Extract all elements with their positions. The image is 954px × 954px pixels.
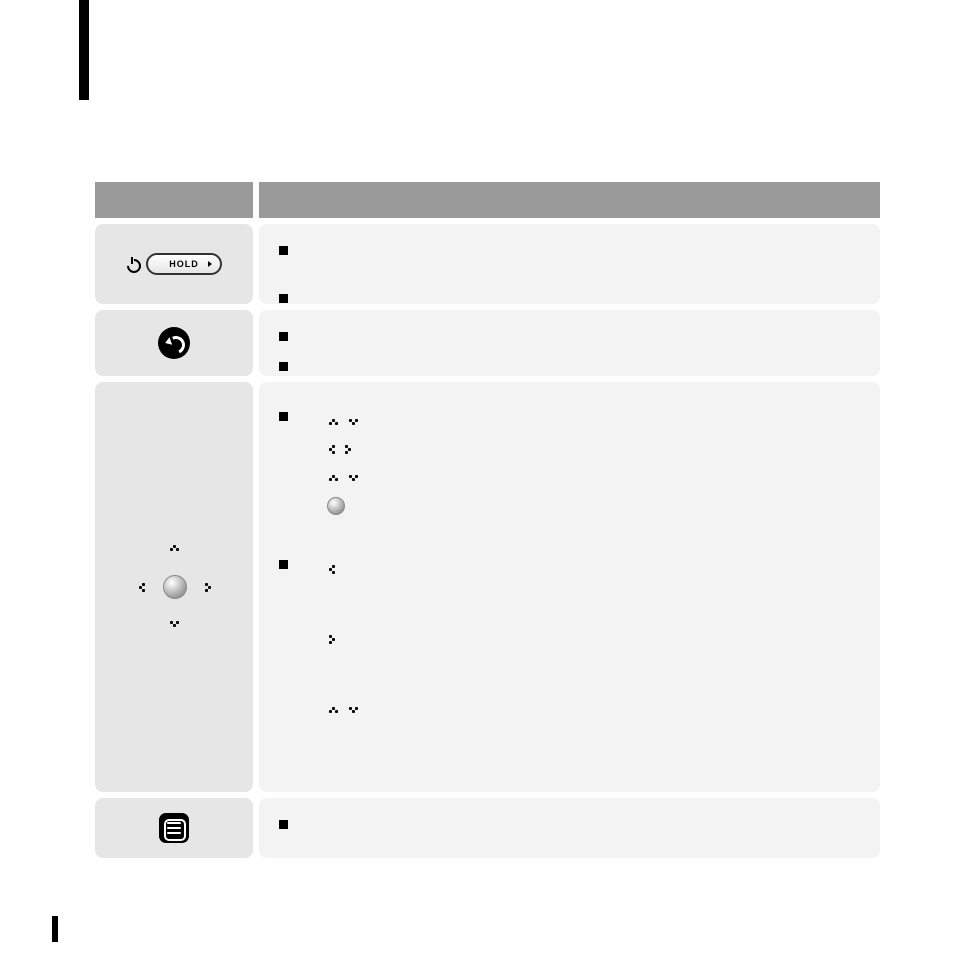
- nav-bullet-1: [279, 408, 860, 520]
- function-cell-nav: [259, 382, 880, 792]
- nav-sub-up-down: [327, 408, 860, 436]
- caret-right-icon: [343, 443, 353, 457]
- caret-right-icon: [327, 633, 337, 647]
- table-header: [95, 182, 880, 218]
- nav-left-icon: [137, 581, 147, 595]
- nav-sub-select: [327, 492, 860, 520]
- nav-sub-left-right: [327, 436, 860, 464]
- menu-icon: [159, 813, 189, 843]
- page-spine: [79, 0, 89, 100]
- nav-bullet-2: [279, 556, 860, 724]
- nav-select-icon: [163, 575, 187, 599]
- nav-sub-up-down-2: [327, 464, 860, 492]
- header-function-col: [259, 182, 880, 218]
- caret-down-icon: [347, 705, 361, 715]
- caret-down-icon: [347, 473, 361, 483]
- nav-up-icon: [168, 543, 182, 553]
- function-cell-back: [259, 310, 880, 376]
- back-bullet-2: [279, 358, 860, 378]
- button-cell-back: [95, 310, 253, 376]
- caret-left-icon: [327, 443, 337, 457]
- button-cell-menu: [95, 798, 253, 858]
- hold-slider-icon: HOLD: [146, 253, 222, 275]
- row-menu: [95, 798, 880, 858]
- nav-right-icon: [203, 581, 213, 595]
- nav-play-sub-right: [327, 626, 860, 654]
- caret-up-icon: [327, 473, 341, 483]
- header-button-col: [95, 182, 253, 218]
- button-cell-nav: [95, 382, 253, 792]
- nav-play-sub-up-down: [327, 696, 860, 724]
- power-hold-switch-icon: HOLD: [126, 253, 222, 275]
- caret-up-icon: [327, 705, 341, 715]
- button-cell-power: HOLD: [95, 224, 253, 304]
- power-bullet-2: [279, 290, 860, 310]
- power-bullet-1: [279, 242, 860, 262]
- select-icon: [327, 497, 345, 515]
- nav-down-icon: [168, 619, 182, 629]
- caret-up-icon: [327, 417, 341, 427]
- back-bullet-1: [279, 328, 860, 348]
- caret-left-icon: [327, 563, 337, 577]
- caret-down-icon: [347, 417, 361, 427]
- five-way-pad-icon: [119, 507, 229, 667]
- function-cell-power: [259, 224, 880, 304]
- row-navigation: [95, 382, 880, 792]
- function-cell-menu: [259, 798, 880, 858]
- button-reference-table: HOLD: [95, 182, 880, 858]
- power-icon: [126, 257, 140, 271]
- nav-play-sub-left: [327, 556, 860, 584]
- back-icon: [158, 327, 190, 359]
- row-back: [95, 310, 880, 376]
- row-power-hold: HOLD: [95, 224, 880, 304]
- menu-bullet-1: [279, 816, 860, 836]
